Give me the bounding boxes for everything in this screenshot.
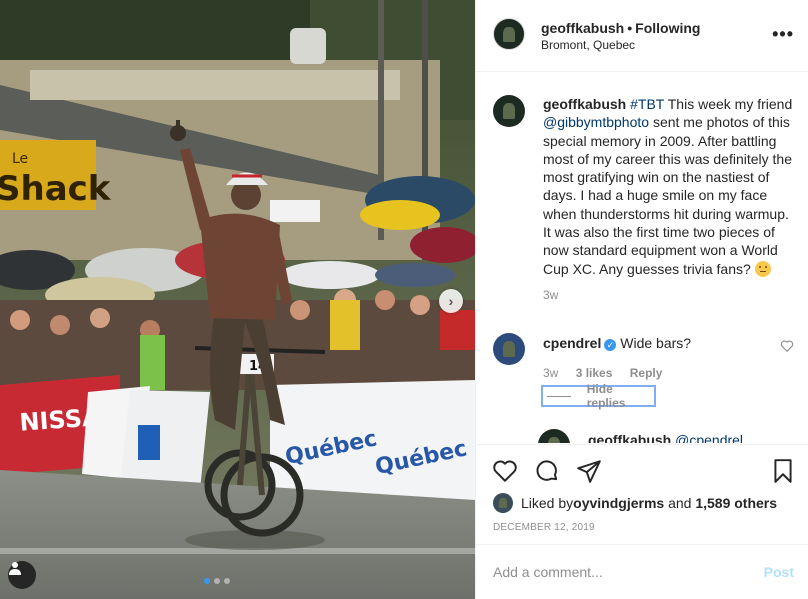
author-username[interactable]: geoffkabush [541,20,624,36]
hide-replies-button[interactable]: Hide replies [541,382,656,410]
post-photo[interactable]: Le Shack NISSAN Québec Québec 14 › [0,0,475,599]
next-photo-button[interactable]: › [439,289,463,313]
comment-username[interactable]: cpendrel [543,335,601,351]
reply-username[interactable]: geoffkabush [588,432,671,443]
caption-text-1: This week my friend [664,96,793,112]
post-header: geoffkabush • Following Bromont, Quebec ••… [476,0,808,72]
action-icons [492,458,602,484]
carousel-dot [224,578,230,584]
comment-reply-button[interactable]: Reply [630,366,663,380]
post-actions: Liked by oyvindgjerms and 1,589 others D… [476,444,808,544]
add-comment-bar: Post [476,544,808,599]
share-send-icon[interactable] [576,458,602,484]
comment-meta: 3w 3 likes Reply [543,366,794,380]
author-avatar[interactable] [493,18,525,50]
caption-age[interactable]: 3w [543,288,558,302]
carousel-dot-active [204,578,210,584]
user-icon [9,562,21,575]
caption-text: geoffkabush #TBT This week my friend @gi… [543,95,794,278]
bookmark-save-icon[interactable] [770,458,796,484]
le-sign-text: Le [12,151,28,167]
reply-avatar[interactable] [538,429,570,443]
tagged-users-button[interactable] [8,561,36,589]
comment-input[interactable] [493,564,733,580]
reply-text: geoffkabush @cpendrel [588,429,794,443]
comment-likes-count[interactable]: 3 likes [576,366,613,380]
comment-bubble-icon[interactable] [534,458,560,484]
header-user-line: geoffkabush • Following [541,20,700,36]
carousel-dot [214,578,220,584]
caption-comment: geoffkabush #TBT This week my friend @gi… [493,95,794,302]
caption-mention[interactable]: @gibbymtbphoto [543,114,649,130]
more-options-icon[interactable]: ••• [772,24,794,45]
comment-item: cpendrel ✓ Wide bars? 3w 3 likes Reply [493,333,794,380]
race-photo-illustration: Le Shack NISSAN Québec Québec 14 [0,0,475,599]
liker-avatar[interactable] [493,493,513,513]
comment-like-heart-icon[interactable] [780,339,794,353]
carousel-indicator [204,578,230,584]
thinking-face-emoji-icon [754,260,771,277]
likes-count[interactable]: 1,589 others [695,495,777,511]
chevron-right-icon: › [448,293,454,309]
post-date[interactable]: DECEMBER 12, 2019 [493,522,595,533]
verified-badge-icon: ✓ [604,339,617,351]
caption-avatar[interactable] [493,95,525,127]
like-heart-icon[interactable] [492,458,518,484]
caption-hashtag[interactable]: #TBT [630,96,664,112]
following-button[interactable]: Following [635,20,700,36]
reply-item: geoffkabush @cpendrel [538,429,794,443]
comment-age[interactable]: 3w [543,366,558,380]
caption-text-2: sent me photos of this special memory in… [543,114,792,277]
liked-by-summary: Liked by oyvindgjerms and 1,589 others [493,493,777,513]
liked-by-user[interactable]: oyvindgjerms [573,495,664,511]
liked-by-prefix: Liked by [521,495,574,511]
hide-replies-label: Hide replies [586,382,626,410]
caption-username[interactable]: geoffkabush [543,96,626,112]
reply-mention[interactable]: @cpendrel [675,432,743,443]
shack-sign-text: Shack [0,169,112,209]
post-location[interactable]: Bromont, Quebec [541,38,635,52]
divider-line [547,395,571,397]
caption-meta: 3w [543,288,794,302]
post-comment-button[interactable]: Post [764,564,794,580]
post-details-panel: geoffkabush • Following Bromont, Quebec ••… [475,0,808,599]
liked-and: and [664,495,696,511]
comments-section[interactable]: geoffkabush #TBT This week my friend @gi… [476,73,808,443]
follow-separator: • [627,20,633,36]
comment-text: cpendrel ✓ Wide bars? [543,333,794,352]
commenter-avatar[interactable] [493,333,525,365]
comment-body: Wide bars? [620,335,692,351]
